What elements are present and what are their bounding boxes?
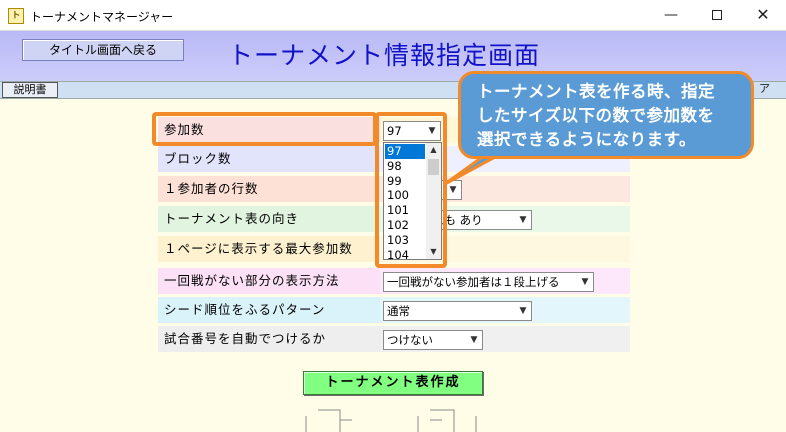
match-numbers-select[interactable]: つけない ▼ [383,330,483,350]
callout-line: したサイズ以下の数で参加数を [477,106,715,125]
setting-label: １参加者の行数 [158,176,380,202]
seed-pattern-select[interactable]: 通常 ▼ [383,301,532,321]
label-highlight-box [152,112,377,146]
manual-button[interactable]: 説明書 [2,82,58,98]
chevron-down-icon: ▼ [581,277,589,287]
select-value: つけない [387,333,433,347]
window-titlebar: ト トーナメントマネージャー — ✕ [0,0,786,31]
close-icon: ✕ [756,5,770,24]
select-value: 通常 [387,304,410,318]
maximize-button[interactable] [694,0,740,31]
select-value: 一回戦がない参加者は１段上げる [387,275,560,289]
setting-label: 試合番号を自動でつけるか [158,326,380,352]
bye-display-select[interactable]: 一回戦がない参加者は１段上げる ▼ [383,272,594,292]
chevron-down-icon: ▼ [519,215,527,225]
close-button[interactable]: ✕ [740,0,786,31]
dropdown-highlight-box [375,112,447,268]
page-title: トーナメント情報指定画面 [228,41,541,70]
callout-line: 選択できるようになります。 [477,130,697,149]
minimize-button[interactable]: — [648,0,694,31]
setting-row-match-numbers: 試合番号を自動でつけるか つけない ▼ [158,326,630,352]
minimize-icon: — [664,7,678,23]
callout-joint [486,146,512,156]
setting-row-seed-pattern: シード順位をふるパターン 通常 ▼ [158,297,630,323]
setting-label: トーナメント表の向き [158,206,380,232]
chevron-down-icon: ▼ [449,185,457,195]
create-tournament-button[interactable]: トーナメント表作成 [303,371,483,395]
window-title: トーナメントマネージャー [30,10,174,24]
setting-label: 一回戦がない部分の表示方法 [158,268,380,294]
chevron-down-icon: ▼ [470,335,478,345]
setting-label: シード順位をふるパターン [158,297,380,323]
back-to-title-button[interactable]: タイトル画面へ戻る [22,39,184,61]
setting-label: １ページに表示する最大参加数 [158,236,380,262]
maximize-icon [712,10,722,20]
callout-line: トーナメント表を作る時、指定 [477,82,715,101]
setting-row-bye-display: 一回戦がない部分の表示方法 一回戦がない参加者は１段上げる ▼ [158,268,630,294]
setting-label: ブロック数 [158,146,380,172]
chevron-down-icon: ▼ [519,306,527,316]
app-icon: ト [8,8,24,24]
partial-right-button[interactable]: ア [752,82,786,98]
